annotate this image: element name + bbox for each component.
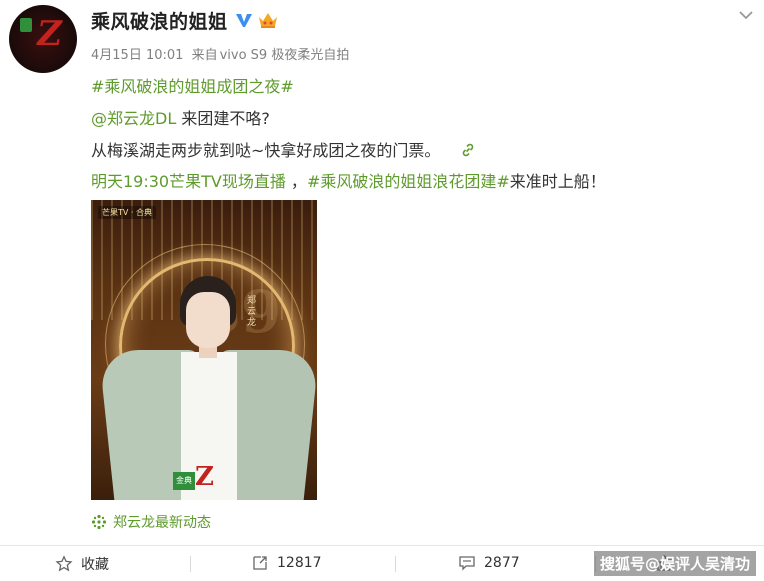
action-bar: 收藏 12817 2877 搜狐号@娱评人吴清功 <box>0 546 764 581</box>
favorite-button[interactable]: 收藏 <box>55 554 109 574</box>
topic-card-label: 郑云龙最新动态 <box>113 515 211 531</box>
hashtag-link[interactable]: #乘风破浪的姐姐成团之夜# <box>91 77 294 96</box>
post-meta: 4月15日 10:01 来自 vivo S9 极夜柔光自拍 <box>91 44 349 63</box>
poster-vertical-name: 郑云龙 <box>247 296 257 328</box>
author-name[interactable]: 乘风破浪的姐姐 <box>91 7 228 34</box>
comment-count: 2877 <box>484 555 520 571</box>
comment-button[interactable]: 2877 <box>458 554 520 572</box>
star-icon <box>55 555 73 572</box>
live-separator: ， <box>285 172 307 191</box>
action-separator <box>190 556 191 572</box>
chevron-down-icon[interactable] <box>738 6 754 20</box>
topic-card[interactable]: 郑云龙最新动态 <box>91 512 211 532</box>
avatar-logo-mark: Z <box>33 14 66 54</box>
post-time[interactable]: 4月15日 10:01 <box>91 48 183 63</box>
source-prefix: 来自 <box>191 48 218 63</box>
mention-link[interactable]: @郑云龙DL <box>91 109 176 128</box>
comment-icon <box>459 556 475 571</box>
link-icon[interactable] <box>460 142 476 162</box>
watermark: 搜狐号@娱评人吴清功 <box>593 551 756 576</box>
source-device: vivo S9 极夜柔光自拍 <box>219 48 350 63</box>
mention-text: 来团建不咯? <box>176 109 270 128</box>
verified-badge-icon <box>234 10 254 30</box>
poster-corner-tag: 芒果TV · 合典 <box>98 206 156 219</box>
repost-count: 12817 <box>277 555 322 571</box>
person-face <box>186 292 230 348</box>
post-image[interactable]: S9 芒果TV · 合典 郑云龙 金典 Z <box>91 200 317 500</box>
live-link[interactable]: 明天19:30芒果TV现场直播 <box>91 172 286 191</box>
repost-icon <box>253 556 267 570</box>
poster-logo-box: 金典 <box>173 472 195 490</box>
action-separator <box>395 556 396 572</box>
vip-crown-icon[interactable] <box>257 10 279 30</box>
body-text: 从梅溪湖走两步就到哒~快拿好成团之夜的门票。 <box>91 141 441 160</box>
poster-logo-mark: Z <box>195 462 214 492</box>
repost-button[interactable]: 12817 <box>251 554 322 572</box>
topic-sparkle-icon <box>91 514 107 530</box>
live-tail-text: 来准时上船！ <box>509 172 606 191</box>
hashtag-link-2[interactable]: #乘风破浪的姐姐浪花团建# <box>307 172 510 191</box>
author-avatar[interactable]: Z <box>9 5 77 73</box>
avatar-green-logo <box>20 18 32 32</box>
favorite-label: 收藏 <box>81 557 109 573</box>
